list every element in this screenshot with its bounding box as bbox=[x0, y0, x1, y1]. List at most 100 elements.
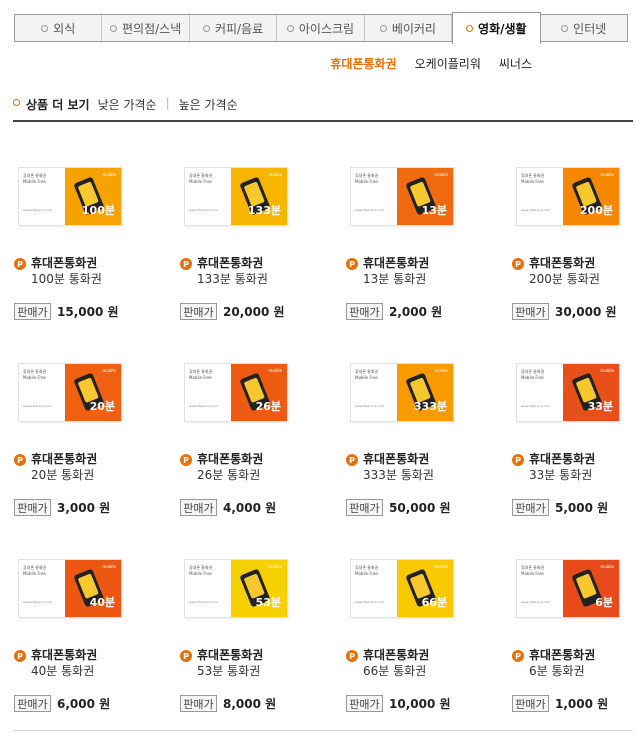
product-item: 휴대폰 통화권 Mobile Free www.ktservice.com mob… bbox=[13, 348, 179, 544]
bullet-icon bbox=[13, 99, 20, 106]
point-badge-icon: P bbox=[512, 650, 524, 662]
card-minutes: 133분 bbox=[247, 204, 281, 217]
product-image[interactable]: 휴대폰 통화권 Mobile Free www.ktservice.com mob… bbox=[516, 363, 620, 422]
product-image[interactable]: 휴대폰 통화권 Mobile Free www.ktservice.com mob… bbox=[516, 559, 620, 618]
circle-bullet-icon bbox=[41, 24, 49, 32]
point-badge-icon: P bbox=[346, 650, 358, 662]
product-image[interactable]: 휴대폰 통화권 Mobile Free www.ktservice.com mob… bbox=[18, 559, 122, 618]
point-badge-icon: P bbox=[180, 650, 192, 662]
card-title: 휴대폰 통화권 Mobile Free bbox=[189, 369, 213, 380]
card-brand: mobile bbox=[434, 564, 448, 569]
product-description: 333분 통화권 bbox=[363, 468, 434, 482]
product-image[interactable]: 휴대폰 통화권 Mobile Free www.ktservice.com mob… bbox=[18, 167, 122, 226]
tab-3[interactable]: 아이스크림 bbox=[277, 15, 365, 41]
product-grid: 휴대폰 통화권 Mobile Free www.ktservice.com mob… bbox=[13, 152, 633, 740]
card-title: 휴대폰 통화권 Mobile Free bbox=[355, 369, 379, 380]
card-minutes: 66분 bbox=[421, 596, 447, 609]
product-name[interactable]: 휴대폰통화권 bbox=[197, 254, 263, 271]
subnav-link-2[interactable]: 씨너스 bbox=[499, 55, 532, 72]
product-price: 1,000 원 bbox=[555, 697, 609, 711]
subnav-link-0[interactable]: 휴대폰통화권 bbox=[330, 55, 396, 72]
card-url: www.ktservice.com bbox=[355, 404, 385, 408]
product-name[interactable]: 휴대폰통화권 bbox=[529, 646, 595, 663]
product-item: 휴대폰 통화권 Mobile Free www.ktservice.com mob… bbox=[511, 544, 636, 740]
card-brand: mobile bbox=[102, 172, 116, 177]
price-label: 판매가 bbox=[14, 695, 51, 712]
product-name[interactable]: 휴대폰통화권 bbox=[363, 254, 429, 271]
card-title: 휴대폰 통화권 Mobile Free bbox=[521, 565, 545, 576]
product-image[interactable]: 휴대폰 통화권 Mobile Free www.ktservice.com mob… bbox=[184, 363, 288, 422]
product-description: 40분 통화권 bbox=[31, 664, 95, 678]
product-image[interactable]: 휴대폰 통화권 Mobile Free www.ktservice.com mob… bbox=[350, 167, 454, 226]
sort-low-price-link[interactable]: 낮은 가격순 bbox=[98, 96, 157, 113]
price-label: 판매가 bbox=[346, 695, 383, 712]
product-description: 26분 통화권 bbox=[197, 468, 261, 482]
product-name[interactable]: 휴대폰통화권 bbox=[197, 646, 263, 663]
product-description: 53분 통화권 bbox=[197, 664, 261, 678]
card-title: 휴대폰 통화권 Mobile Free bbox=[355, 173, 379, 184]
card-url: www.ktservice.com bbox=[23, 600, 53, 604]
price-label: 판매가 bbox=[512, 303, 549, 320]
product-image[interactable]: 휴대폰 통화권 Mobile Free www.ktservice.com mob… bbox=[18, 363, 122, 422]
product-item: 휴대폰 통화권 Mobile Free www.ktservice.com mob… bbox=[345, 152, 511, 348]
circle-bullet-icon bbox=[202, 24, 210, 32]
tab-2[interactable]: 커피/음료 bbox=[190, 15, 278, 41]
product-price: 30,000 원 bbox=[555, 305, 617, 319]
product-item: 휴대폰 통화권 Mobile Free www.ktservice.com mob… bbox=[179, 348, 345, 544]
product-item: 휴대폰 통화권 Mobile Free www.ktservice.com mob… bbox=[13, 544, 179, 740]
product-name[interactable]: 휴대폰통화권 bbox=[529, 450, 595, 467]
price-label: 판매가 bbox=[14, 303, 51, 320]
product-name[interactable]: 휴대폰통화권 bbox=[197, 450, 263, 467]
point-badge-icon: P bbox=[346, 454, 358, 466]
product-price: 4,000 원 bbox=[223, 501, 277, 515]
product-name[interactable]: 휴대폰통화권 bbox=[363, 646, 429, 663]
more-products-title: 상품 더 보기 bbox=[26, 98, 90, 112]
product-price: 3,000 원 bbox=[57, 501, 111, 515]
product-item: 휴대폰 통화권 Mobile Free www.ktservice.com mob… bbox=[345, 348, 511, 544]
product-description: 133분 통화권 bbox=[197, 272, 268, 286]
product-image[interactable]: 휴대폰 통화권 Mobile Free www.ktservice.com mob… bbox=[516, 167, 620, 226]
tab-5[interactable]: 영화/생활 bbox=[452, 12, 541, 44]
card-minutes: 100분 bbox=[81, 204, 115, 217]
product-item: 휴대폰 통화권 Mobile Free www.ktservice.com mob… bbox=[179, 544, 345, 740]
card-title: 휴대폰 통화권 Mobile Free bbox=[521, 369, 545, 380]
product-name[interactable]: 휴대폰통화권 bbox=[529, 254, 595, 271]
card-brand: mobile bbox=[268, 172, 282, 177]
card-title: 휴대폰 통화권 Mobile Free bbox=[23, 173, 47, 184]
product-name[interactable]: 휴대폰통화권 bbox=[31, 646, 97, 663]
price-label: 판매가 bbox=[14, 499, 51, 516]
product-description: 6분 통화권 bbox=[529, 664, 585, 678]
product-item: 휴대폰 통화권 Mobile Free www.ktservice.com mob… bbox=[511, 152, 636, 348]
divider: | bbox=[165, 96, 170, 110]
product-image[interactable]: 휴대폰 통화권 Mobile Free www.ktservice.com mob… bbox=[184, 167, 288, 226]
card-brand: mobile bbox=[600, 564, 614, 569]
tab-label: 커피/음료 bbox=[214, 21, 264, 36]
tab-label: 편의점/스낵 bbox=[122, 21, 182, 36]
sort-bar: 상품 더 보기 낮은 가격순 | 높은 가격순 bbox=[13, 96, 633, 122]
product-item: 휴대폰 통화권 Mobile Free www.ktservice.com mob… bbox=[511, 348, 636, 544]
card-title: 휴대폰 통화권 Mobile Free bbox=[23, 369, 47, 380]
tab-0[interactable]: 외식 bbox=[15, 15, 103, 41]
product-image[interactable]: 휴대폰 통화권 Mobile Free www.ktservice.com mob… bbox=[350, 363, 454, 422]
product-image[interactable]: 휴대폰 통화권 Mobile Free www.ktservice.com mob… bbox=[350, 559, 454, 618]
card-brand: mobile bbox=[600, 172, 614, 177]
product-image[interactable]: 휴대폰 통화권 Mobile Free www.ktservice.com mob… bbox=[184, 559, 288, 618]
product-name[interactable]: 휴대폰통화권 bbox=[363, 450, 429, 467]
card-brand: mobile bbox=[102, 564, 116, 569]
point-badge-icon: P bbox=[14, 258, 26, 270]
product-price: 6,000 원 bbox=[57, 697, 111, 711]
product-name[interactable]: 휴대폰통화권 bbox=[31, 450, 97, 467]
category-tabs: 외식 편의점/스낵 커피/음료 아이스크림 베이커리 영화/생활 인터넷 bbox=[14, 12, 628, 44]
product-name[interactable]: 휴대폰통화권 bbox=[31, 254, 97, 271]
tab-4[interactable]: 베이커리 bbox=[365, 15, 453, 41]
tab-6[interactable]: 인터넷 bbox=[541, 15, 627, 41]
circle-bullet-icon bbox=[561, 24, 569, 32]
price-label: 판매가 bbox=[180, 499, 217, 516]
point-badge-icon: P bbox=[180, 258, 192, 270]
card-url: www.ktservice.com bbox=[189, 600, 219, 604]
tab-1[interactable]: 편의점/스낵 bbox=[102, 15, 190, 41]
subnav-link-1[interactable]: 오케이플리워 bbox=[415, 55, 481, 72]
sort-high-price-link[interactable]: 높은 가격순 bbox=[179, 96, 238, 113]
card-title: 휴대폰 통화권 Mobile Free bbox=[189, 173, 213, 184]
card-minutes: 20분 bbox=[89, 400, 115, 413]
